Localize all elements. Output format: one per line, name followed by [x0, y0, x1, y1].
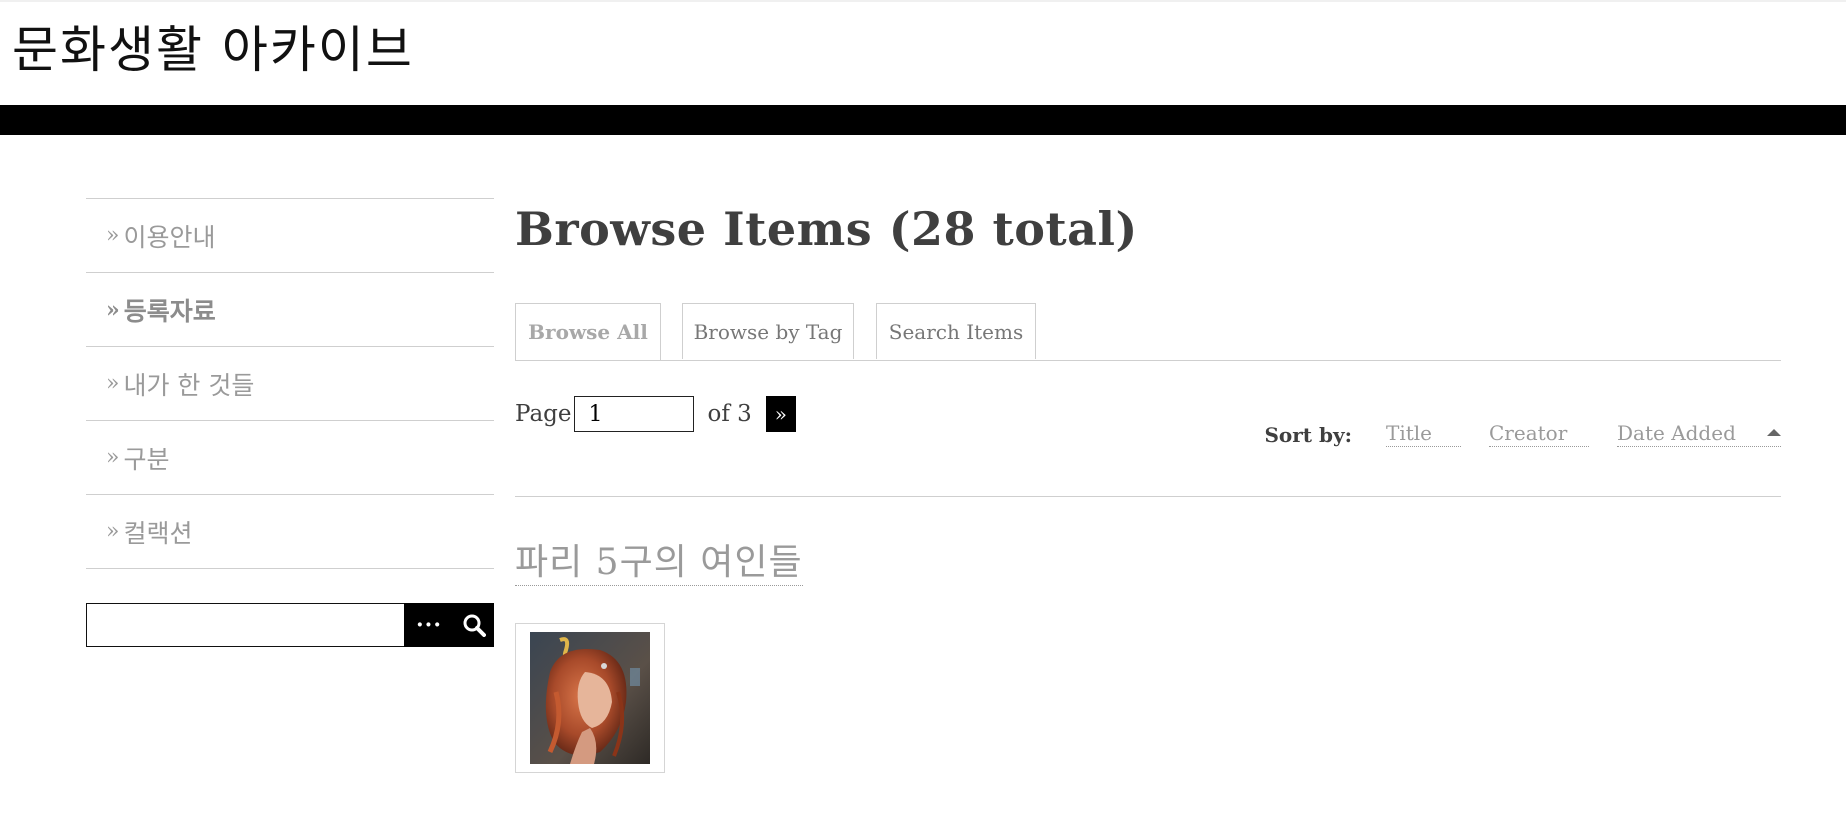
pagination: Page of 3 »: [515, 396, 796, 432]
chevron-right-icon: »: [106, 519, 120, 544]
page-number-input[interactable]: [573, 396, 694, 432]
page-title: Browse Items (28 total): [515, 202, 1138, 256]
tab-browse-all[interactable]: Browse All: [515, 303, 661, 360]
sidebar-item-collections[interactable]: » 컬랙션: [86, 495, 494, 569]
chevron-right-icon: »: [106, 445, 120, 470]
sidebar-item-items[interactable]: » 등록자료: [86, 273, 494, 347]
search-icon: [463, 614, 486, 637]
sidebar-item-category[interactable]: » 구분: [86, 421, 494, 495]
sort-ascending-icon: [1767, 429, 1781, 436]
divider: [515, 496, 1781, 497]
header-bar: [0, 105, 1846, 135]
sidebar-item-my-work[interactable]: » 내가 한 것들: [86, 347, 494, 421]
top-border: [0, 0, 1846, 2]
tab-browse-by-tag[interactable]: Browse by Tag: [682, 303, 854, 359]
sidebar-item-label: 내가 한 것들: [123, 370, 255, 400]
sidebar-item-label: 컬랙션: [123, 518, 193, 548]
sidebar: » 이용안내 » 등록자료 » 내가 한 것들 » 구분 » 컬랙션 ···: [86, 198, 494, 647]
sidebar-item-guide[interactable]: » 이용안내: [86, 199, 494, 273]
page-label: Page: [515, 401, 572, 427]
sort-label: Sort by:: [1264, 423, 1352, 447]
sort-controls: Sort by: Title Creator Date Added: [1264, 419, 1781, 447]
item-title-link[interactable]: 파리 5구의 여인들: [515, 533, 803, 586]
tab-search-items[interactable]: Search Items: [876, 303, 1036, 359]
chevron-right-icon: »: [106, 296, 120, 323]
browse-tabs: Browse All Browse by Tag Search Items: [515, 303, 1781, 361]
chevron-right-icon: »: [106, 371, 120, 396]
sort-by-date-added-link[interactable]: Date Added: [1617, 421, 1781, 447]
advanced-search-button[interactable]: ···: [404, 603, 454, 647]
item-thumbnail[interactable]: [515, 623, 665, 773]
search-input[interactable]: [86, 603, 404, 647]
sort-by-title-link[interactable]: Title: [1386, 421, 1461, 447]
sidebar-item-label: 이용안내: [123, 222, 216, 252]
chevron-right-icon: »: [106, 223, 120, 248]
sidebar-item-label: 등록자료: [123, 296, 216, 326]
sidebar-item-label: 구분: [123, 444, 170, 474]
site-title[interactable]: 문화생활 아카이브: [12, 18, 414, 82]
sidebar-nav: » 이용안내 » 등록자료 » 내가 한 것들 » 구분 » 컬랙션: [86, 198, 494, 569]
sort-by-creator-link[interactable]: Creator: [1489, 421, 1589, 447]
sidebar-search: ···: [86, 603, 494, 647]
next-page-button[interactable]: »: [765, 396, 796, 432]
page-count: of 3: [707, 401, 752, 427]
sort-option-label: Date Added: [1617, 421, 1736, 445]
item-thumbnail-image: [530, 632, 650, 764]
search-button[interactable]: [454, 603, 494, 647]
